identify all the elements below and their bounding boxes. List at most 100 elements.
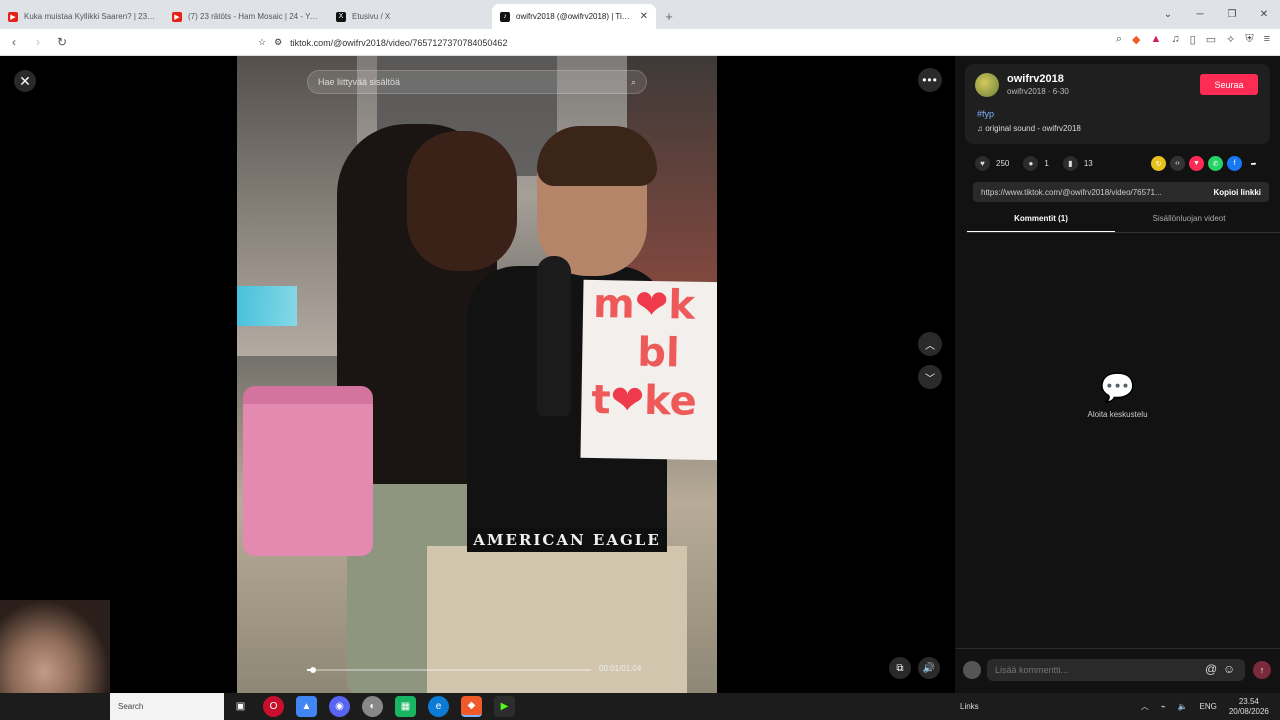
emoji-icon[interactable]: ☺ — [1223, 662, 1235, 676]
system-tray: Links ︿ ⌁ 🔈 ENG 23.54 20/08/2026 ▢ — [960, 693, 1280, 720]
windows-taskbar: Search ▣ O ▲ ◉ ◐ ▦ e ◆ ▶ Links ︿ ⌁ 🔈 ENG… — [0, 693, 1280, 720]
task-view-icon[interactable]: ▣ — [230, 696, 251, 717]
more-options-button[interactable]: ••• — [918, 68, 942, 92]
clock[interactable]: 23.54 20/08/2026 — [1229, 697, 1269, 717]
video-player[interactable]: AMERICAN EAGLE m❤k bl t❤ke Hae liittyvää… — [237, 56, 717, 693]
new-tab-button[interactable]: + — [656, 4, 682, 29]
links-toolbar[interactable]: Links — [960, 702, 979, 711]
site-info-icon[interactable]: ⚙ — [274, 37, 282, 48]
tab-comments[interactable]: Kommentit (1) — [967, 209, 1115, 232]
comment-composer: @ ☺ ↑ — [955, 648, 1280, 693]
app-icon[interactable]: ◐ — [362, 696, 383, 717]
youtube-icon: ▶ — [172, 11, 182, 22]
previous-video-button[interactable]: ︿ — [918, 332, 942, 356]
video-frame-microphone — [537, 256, 571, 416]
edge-icon[interactable]: e — [428, 696, 449, 717]
placard-line: bl — [636, 329, 681, 377]
video-frame-handbag — [243, 386, 373, 556]
opera-icon[interactable]: O — [263, 696, 284, 717]
video-link-text[interactable]: https://www.tiktok.com/@owifrv2018/video… — [973, 188, 1205, 197]
copy-link-row: https://www.tiktok.com/@owifrv2018/video… — [973, 182, 1269, 202]
tab-tiktok[interactable]: ♪ owifrv2018 (@owifrv2018) | TikTok ✕ — [492, 4, 656, 29]
maximize-button[interactable]: ❐ — [1216, 9, 1248, 20]
brave-rewards-icon[interactable]: ▲ — [1151, 33, 1162, 46]
comment-stat[interactable]: ● 1 — [1023, 156, 1049, 171]
tiktok-page: ✕ AMERICAN EAGLE m❤k bl t❤ke Hae liittyv… — [0, 56, 1280, 693]
zoom-icon[interactable]: ⌕ — [1116, 33, 1122, 46]
like-stat[interactable]: ♥ 250 — [975, 156, 1009, 171]
avatar[interactable] — [975, 73, 999, 97]
author-card: owifrv2018 owifrv2018 · 6-30 Seuraa #fyp… — [965, 64, 1270, 144]
tab-youtube-1[interactable]: ▶ Kuka muistaa Kyllikki Saaren? | 23 rik… — [0, 4, 164, 29]
like-count: 250 — [996, 159, 1010, 168]
tab-creator-videos[interactable]: Sisällönluojan videot — [1115, 209, 1263, 232]
back-button[interactable]: ‹ — [4, 35, 24, 49]
embed-icon[interactable]: ‹› — [1170, 156, 1185, 171]
chevron-up-icon[interactable]: ︿ — [1141, 701, 1149, 712]
comment-icon[interactable]: ● — [1023, 156, 1039, 171]
menu-icon[interactable]: ≡ — [1264, 33, 1270, 46]
author-username[interactable]: owifrv2018 — [1007, 73, 1064, 85]
taskbar-search[interactable]: Search — [110, 693, 224, 720]
share-icon[interactable]: ➦ — [1246, 156, 1261, 171]
facebook-icon[interactable]: f — [1227, 156, 1242, 171]
close-video-button[interactable]: ✕ — [14, 70, 36, 92]
heart-icon[interactable]: ♥ — [975, 156, 990, 171]
app-icon[interactable]: ▦ — [395, 696, 416, 717]
bookmark-icon[interactable]: ▮ — [1062, 156, 1078, 171]
send-icon[interactable]: ▼ — [1189, 156, 1204, 171]
minimize-button[interactable]: ─ — [1184, 9, 1216, 20]
tab-x[interactable]: X Etusivu / X — [328, 4, 492, 29]
repost-icon[interactable]: ↻ — [1151, 156, 1166, 171]
search-placeholder: Hae liittyvää sisältöä — [318, 77, 401, 87]
network-icon[interactable]: ⌁ — [1161, 702, 1166, 711]
floating-player-button[interactable]: ⧉ — [889, 657, 911, 679]
follow-button[interactable]: Seuraa — [1200, 74, 1258, 95]
heart-icon: ❤ — [610, 377, 645, 424]
tab-label: Etusivu / X — [352, 12, 391, 21]
save-stat[interactable]: ▮ 13 — [1062, 156, 1093, 171]
brave-icon[interactable]: ◆ — [461, 696, 482, 717]
url-field[interactable]: ☆ ⚙ tiktok.com/@owifrv2018/video/7657127… — [258, 32, 998, 53]
forward-button[interactable]: › — [28, 35, 48, 49]
browser-tab-bar: ▶ Kuka muistaa Kyllikki Saaren? | 23 rik… — [0, 0, 1280, 29]
chevron-down-icon[interactable]: ⌄ — [1152, 9, 1184, 20]
bookmark-icon[interactable]: ☆ — [258, 37, 266, 48]
mention-icon[interactable]: @ — [1205, 662, 1217, 676]
media-icon[interactable]: ♫ — [1171, 33, 1179, 46]
volume-icon[interactable]: 🔊 — [918, 657, 940, 679]
app-icon[interactable]: ▶ — [494, 696, 515, 717]
url-text[interactable]: tiktok.com/@owifrv2018/video/76571273707… — [290, 38, 507, 48]
tab-youtube-2[interactable]: ▶ (7) 23 rätöts - Ham Mosaic | 24 - YouT… — [164, 4, 328, 29]
wallet-icon[interactable]: ▭ — [1206, 33, 1216, 46]
sidebar-icon[interactable]: ▯ — [1190, 33, 1196, 46]
sound-link[interactable]: ♫ original sound - owifrv2018 — [977, 124, 1081, 133]
search-icon[interactable]: ⌕ — [631, 77, 636, 88]
heart-icon: ❤ — [634, 281, 669, 329]
save-count: 13 — [1083, 159, 1093, 168]
discord-icon[interactable]: ◉ — [329, 696, 350, 717]
drive-icon[interactable]: ▲ — [296, 696, 317, 717]
leo-icon[interactable]: ✧ — [1226, 33, 1235, 46]
related-search-input[interactable]: Hae liittyvää sisältöä ⌕ — [307, 70, 647, 94]
close-window-button[interactable]: ✕ — [1248, 9, 1280, 20]
language-indicator[interactable]: ENG — [1199, 702, 1216, 711]
brave-shield-icon[interactable]: ◆ — [1132, 33, 1140, 46]
video-frame-person-face — [407, 131, 517, 271]
progress-track[interactable] — [307, 667, 591, 673]
next-video-button[interactable]: ﹀ — [918, 365, 942, 389]
vpn-icon[interactable]: ⛨ — [1245, 33, 1253, 46]
panel-tabs: Kommentit (1) Sisällönluojan videot — [967, 209, 1280, 233]
reload-button[interactable]: ↻ — [52, 35, 72, 49]
progress-handle[interactable] — [309, 667, 316, 673]
hashtag-link[interactable]: #fyp — [977, 109, 994, 119]
send-comment-button[interactable]: ↑ — [1253, 661, 1271, 679]
copy-link-button[interactable]: Kopioi linkki — [1205, 188, 1269, 197]
close-tab-icon[interactable]: ✕ — [640, 11, 648, 22]
window-controls: ⌄ ─ ❐ ✕ — [1152, 0, 1280, 29]
clock-date: 20/08/2026 — [1228, 706, 1269, 716]
volume-icon[interactable]: 🔈 — [1178, 702, 1188, 711]
video-progress-bar[interactable] — [307, 662, 591, 678]
avatar — [963, 661, 981, 679]
whatsapp-icon[interactable]: ✆ — [1208, 156, 1223, 171]
